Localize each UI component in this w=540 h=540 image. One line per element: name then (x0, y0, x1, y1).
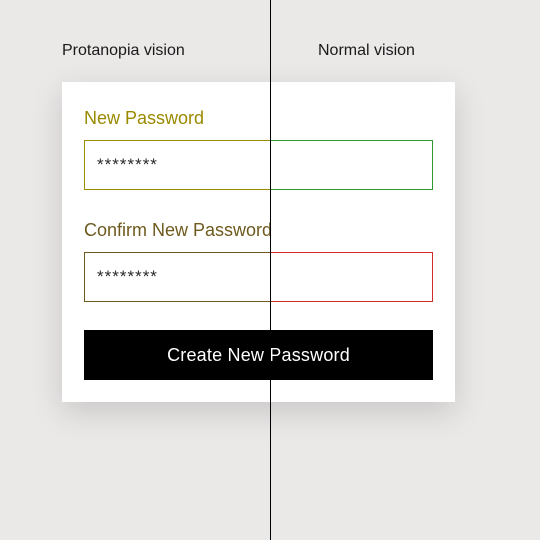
new-password-label: New Password New Password (84, 106, 433, 130)
create-password-button[interactable]: Create New Password (84, 330, 433, 380)
confirm-password-input-right (270, 252, 433, 302)
confirm-password-group: Confirm New Password Confirm New Passwor… (84, 218, 433, 302)
password-form-card: New Password New Password ******** Confi… (62, 82, 455, 402)
new-password-label-left: New Password (84, 106, 270, 130)
new-password-label-right: New Password (270, 106, 433, 130)
confirm-password-input-left: ******** (84, 252, 270, 302)
new-password-input-right (270, 140, 433, 190)
new-password-input[interactable]: ******** (84, 140, 433, 190)
confirm-password-label-left: Confirm New Password (84, 218, 270, 242)
header-protanopia: Protanopia vision (62, 42, 185, 60)
new-password-group: New Password New Password ******** (84, 106, 433, 190)
confirm-password-label-right: Confirm New Password (270, 218, 433, 242)
vision-split-divider (270, 0, 271, 540)
confirm-password-input[interactable]: ******** (84, 252, 433, 302)
confirm-password-label: Confirm New Password Confirm New Passwor… (84, 218, 433, 242)
new-password-value: ******** (97, 155, 158, 175)
new-password-input-left: ******** (84, 140, 270, 190)
header-normal: Normal vision (318, 42, 415, 60)
confirm-password-value: ******** (97, 267, 158, 287)
